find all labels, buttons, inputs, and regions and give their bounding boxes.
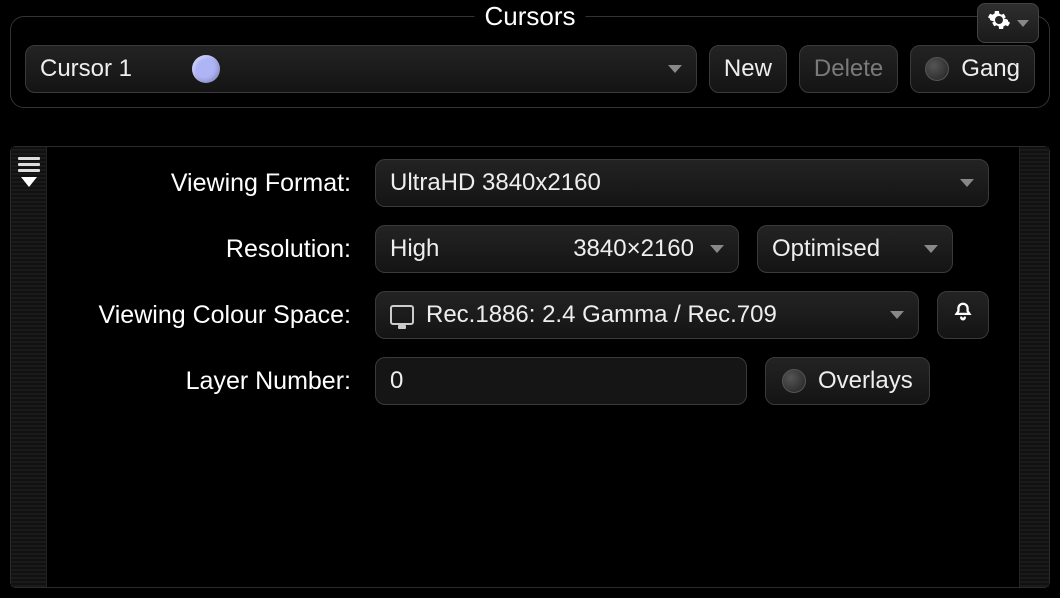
chevron-down-icon [924, 245, 938, 253]
layer-number-label: Layer Number: [57, 367, 357, 396]
settings-gear-button[interactable] [977, 3, 1039, 43]
panel-title: Cursors [474, 1, 585, 32]
collapse-icon [21, 177, 37, 187]
delete-button[interactable]: Delete [799, 45, 898, 93]
bell-reset-icon [952, 301, 974, 330]
colour-space-row: Viewing Colour Space: Rec.1886: 2.4 Gamm… [57, 291, 989, 339]
toggle-indicator-icon [925, 57, 949, 81]
cursors-panel: Cursors Cursor 1 New Delete Gang [10, 16, 1050, 108]
cursor-toolbar: Cursor 1 New Delete Gang [25, 45, 1035, 93]
delete-button-label: Delete [814, 55, 883, 83]
layer-number-row: Layer Number: Overlays [57, 357, 989, 405]
cursor-color-indicator [192, 55, 220, 83]
resolution-mode-dropdown[interactable]: Optimised [757, 225, 953, 273]
resolution-label: Resolution: [57, 235, 357, 264]
colour-space-value: Rec.1886: 2.4 Gamma / Rec.709 [426, 301, 777, 329]
overlays-toggle[interactable]: Overlays [765, 357, 930, 405]
chevron-down-icon [668, 65, 682, 73]
resolution-mode-value: Optimised [772, 235, 880, 263]
viewing-format-label: Viewing Format: [57, 169, 357, 198]
viewing-format-row: Viewing Format: UltraHD 3840x2160 [57, 159, 989, 207]
colour-space-dropdown[interactable]: Rec.1886: 2.4 Gamma / Rec.709 [375, 291, 919, 339]
settings-area: Viewing Format: UltraHD 3840x2160 Resolu… [10, 146, 1050, 588]
colour-space-reset-button[interactable] [937, 291, 989, 339]
viewing-format-value: UltraHD 3840x2160 [390, 169, 601, 197]
gear-icon [987, 8, 1011, 39]
overlays-toggle-label: Overlays [818, 367, 913, 395]
cursor-selector-label: Cursor 1 [40, 55, 132, 83]
resolution-dimensions: 3840×2160 [573, 235, 694, 263]
new-button-label: New [724, 55, 772, 83]
chevron-down-icon [1017, 20, 1029, 27]
chevron-down-icon [710, 245, 724, 253]
left-strip[interactable] [11, 147, 47, 587]
resolution-row: Resolution: High 3840×2160 Optimised [57, 225, 989, 273]
resolution-quality-dropdown[interactable]: High 3840×2160 [375, 225, 739, 273]
layer-number-input[interactable] [375, 357, 747, 405]
chevron-down-icon [960, 179, 974, 187]
viewing-format-dropdown[interactable]: UltraHD 3840x2160 [375, 159, 989, 207]
toggle-indicator-icon [782, 369, 806, 393]
gang-toggle-label: Gang [961, 55, 1020, 83]
settings-content: Viewing Format: UltraHD 3840x2160 Resolu… [47, 147, 1019, 587]
chevron-down-icon [890, 311, 904, 319]
gang-toggle[interactable]: Gang [910, 45, 1035, 93]
monitor-icon [390, 305, 414, 325]
cursor-selector[interactable]: Cursor 1 [25, 45, 697, 93]
resolution-quality-value: High [390, 235, 439, 263]
right-strip[interactable] [1019, 147, 1049, 587]
colour-space-label: Viewing Colour Space: [57, 301, 357, 330]
drag-handle-icon [18, 153, 40, 175]
new-button[interactable]: New [709, 45, 787, 93]
